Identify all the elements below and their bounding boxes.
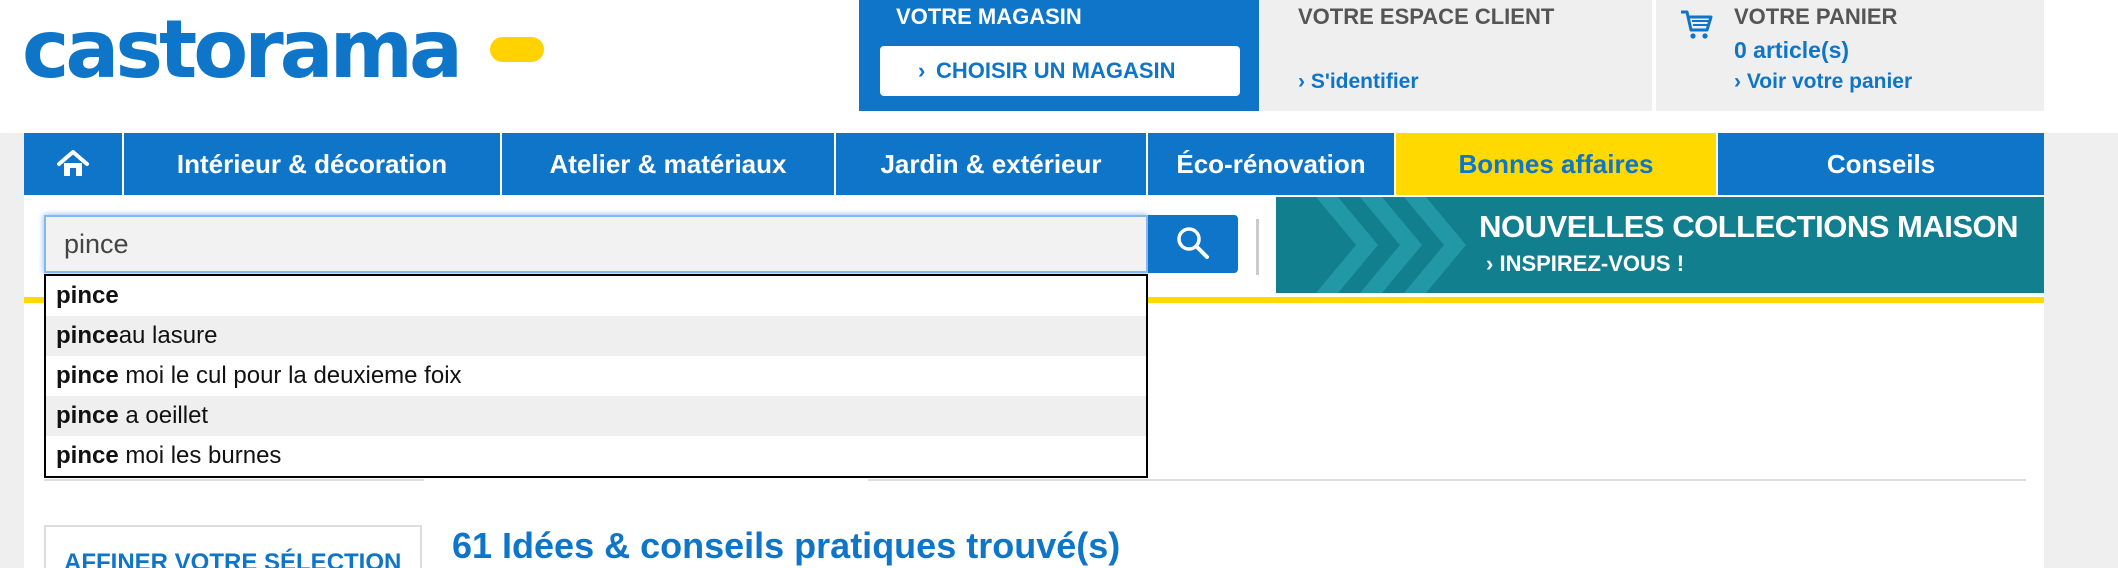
suggestion-match: pince [56, 322, 119, 349]
site-header: castorama VOTRE MAGASIN › CHOISIR UN MAG… [0, 0, 2118, 133]
view-cart-label: Voir votre panier [1746, 70, 1913, 93]
cart-count[interactable]: 0 article(s) [1734, 37, 1849, 64]
login-label: S'identifier [1310, 70, 1419, 93]
chevron-right-icon: › [1734, 70, 1747, 93]
cart-icon[interactable] [1678, 6, 1714, 42]
nav-home[interactable] [24, 133, 124, 195]
nav-deals[interactable]: Bonnes affaires [1396, 133, 1718, 195]
results-title: 61 Idées & conseils pratiques trouvé(s) [452, 525, 1121, 566]
suggestion-rest: moi le cul pour la deuxieme foix [118, 362, 462, 389]
filter-panel: AFFINER VOTRE SÉLECTION [44, 525, 422, 568]
filter-top-rule [44, 479, 424, 481]
main-nav: Intérieur & décoration Atelier & matéria… [24, 133, 2044, 195]
suggestion-match: pince [56, 362, 119, 389]
filter-title: AFFINER VOTRE SÉLECTION [64, 549, 402, 568]
promo-banner[interactable]: NOUVELLES COLLECTIONS MAISON › INSPIREZ-… [1276, 197, 2044, 293]
logo-accent [490, 37, 544, 62]
suggestion-rest: moi les burnes [118, 442, 282, 469]
search-suggestions: pince pinceau lasure pince moi le cul po… [44, 274, 1148, 478]
suggestion-item[interactable]: pinceau lasure [46, 316, 1146, 356]
suggestion-match: pince [56, 442, 119, 469]
cart-panel: VOTRE PANIER 0 article(s) › Voir votre p… [1656, 0, 2044, 111]
search-bar [44, 215, 1264, 273]
nav-eco-renovation[interactable]: Éco-rénovation [1148, 133, 1396, 195]
store-title: VOTRE MAGASIN [896, 4, 1082, 29]
suggestion-item[interactable]: pince a oeillet [46, 396, 1146, 436]
suggestion-item[interactable]: pince moi les burnes [46, 436, 1146, 476]
store-panel: VOTRE MAGASIN › CHOISIR UN MAGASIN [859, 0, 1259, 111]
chevron-right-icon: › [1486, 251, 1500, 276]
nav-workshop[interactable]: Atelier & matériaux [502, 133, 836, 195]
chevron-right-icon: › [918, 58, 926, 83]
choose-store-label: CHOISIR UN MAGASIN [936, 58, 1176, 83]
banner-cta[interactable]: › INSPIREZ-VOUS ! [1486, 251, 1684, 277]
cart-title: VOTRE PANIER [1734, 4, 1898, 29]
client-title: VOTRE ESPACE CLIENT [1298, 4, 1555, 29]
choose-store-button[interactable]: › CHOISIR UN MAGASIN [880, 46, 1240, 96]
nav-interior[interactable]: Intérieur & décoration [124, 133, 502, 195]
chevrons-decoration [1316, 197, 1466, 293]
view-cart-link[interactable]: › Voir votre panier [1734, 70, 1912, 94]
suggestion-rest: au lasure [118, 322, 218, 349]
suggestion-item[interactable]: pince moi le cul pour la deuxieme foix [46, 356, 1146, 396]
search-input[interactable] [44, 215, 1148, 273]
login-link[interactable]: › S'identifier [1298, 70, 1419, 94]
search-button[interactable] [1148, 215, 1238, 273]
home-icon [57, 150, 89, 176]
nav-garden[interactable]: Jardin & extérieur [836, 133, 1148, 195]
banner-cta-label: INSPIREZ-VOUS ! [1499, 251, 1685, 276]
suggestion-match: pince [56, 402, 119, 429]
castorama-logo[interactable]: castorama [22, 10, 463, 90]
search-icon [1177, 226, 1209, 259]
search-divider [1256, 219, 1259, 275]
suggestion-item[interactable]: pince [46, 276, 1146, 316]
chevron-right-icon: › [1298, 70, 1311, 93]
client-panel: VOTRE ESPACE CLIENT › S'identifier [1260, 0, 1652, 111]
suggestion-match: pince [56, 282, 119, 309]
nav-advice[interactable]: Conseils [1718, 133, 2044, 195]
tabs-rule [868, 479, 2026, 481]
banner-title: NOUVELLES COLLECTIONS MAISON [1479, 209, 2018, 244]
suggestion-rest: a oeillet [118, 402, 209, 429]
